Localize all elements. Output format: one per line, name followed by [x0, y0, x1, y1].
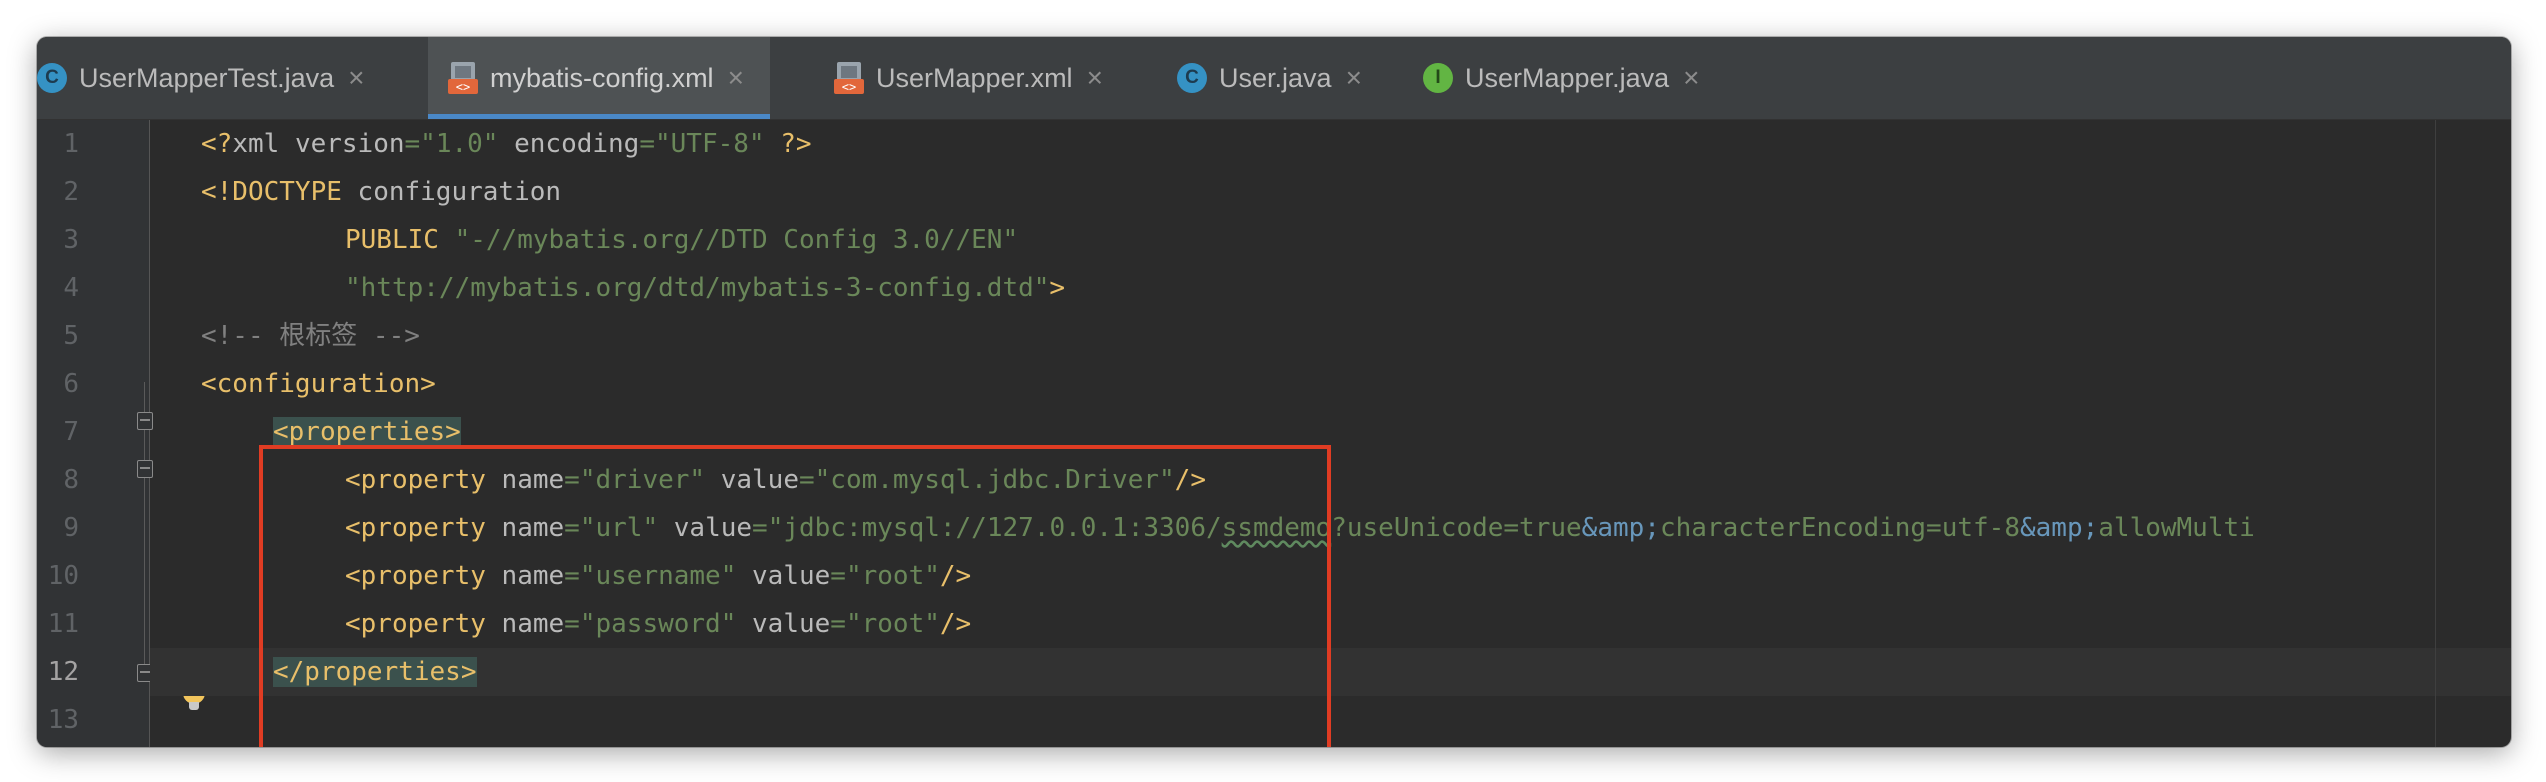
svg-text:<>: <> — [456, 80, 470, 94]
tab-label: mybatis-config.xml — [490, 62, 714, 93]
close-icon[interactable]: × — [348, 62, 364, 94]
tab-mybatis-config-xml[interactable]: <> mybatis-config.xml × — [428, 37, 770, 119]
ide-window: C UserMapperTest.java × <> mybatis-confi… — [37, 37, 2511, 747]
close-icon[interactable]: × — [1087, 62, 1103, 94]
code-text-area[interactable]: <?xml version="1.0" encoding="UTF-8" ?> … — [150, 120, 2511, 747]
tab-label: UserMapper.java — [1465, 62, 1670, 93]
svg-text:<>: <> — [842, 80, 856, 94]
line-number: 7 — [63, 417, 79, 447]
tab-user-java[interactable]: C User.java × — [1177, 37, 1362, 119]
line-number: 11 — [47, 609, 79, 639]
line-number: 2 — [63, 177, 79, 207]
tab-label: User.java — [1219, 62, 1332, 93]
tab-usermapper-java[interactable]: I UserMapper.java × — [1423, 37, 1699, 119]
line-number: 13 — [47, 705, 79, 735]
current-line-number: 12 — [47, 657, 79, 687]
tab-label: UserMapper.xml — [876, 62, 1073, 93]
line-number-gutter: 1 2 3 4 5 6 7 8 9 10 11 12 13 — [37, 120, 205, 747]
code-line: <?xml version="1.0" encoding="UTF-8" ?> — [201, 129, 812, 159]
code-line: <configuration> — [201, 369, 436, 399]
line-number: 3 — [63, 225, 79, 255]
code-line: <property name="password" value="root"/> — [345, 609, 972, 639]
code-line: <property name="url" value="jdbc:mysql:/… — [345, 513, 2255, 543]
right-margin-guide — [2435, 120, 2436, 747]
code-line: <!DOCTYPE configuration — [201, 177, 562, 207]
java-class-icon: C — [1177, 63, 1207, 93]
xml-file-icon: <> — [448, 61, 478, 95]
tab-label: UserMapperTest.java — [79, 62, 335, 93]
code-line: <property name="username" value="root"/> — [345, 561, 972, 591]
tab-usermappertest-java[interactable]: C UserMapperTest.java × — [37, 37, 364, 119]
line-number: 10 — [47, 561, 79, 591]
line-number: 4 — [63, 273, 79, 303]
code-line: </properties> — [273, 657, 477, 687]
line-number: 8 — [63, 465, 79, 495]
java-class-test-icon: C — [37, 63, 67, 93]
code-comment-line: <!-- 根标签 --> — [201, 321, 420, 351]
java-interface-icon: I — [1423, 63, 1453, 93]
current-line-highlight — [150, 648, 2511, 696]
line-number: 1 — [63, 129, 79, 159]
editor-tab-bar: C UserMapperTest.java × <> mybatis-confi… — [37, 37, 2511, 120]
xml-file-icon: <> — [834, 61, 864, 95]
code-line: <property name="driver" value="com.mysql… — [345, 465, 1206, 495]
line-number: 6 — [63, 369, 79, 399]
close-icon[interactable]: × — [728, 62, 744, 94]
code-editor[interactable]: 1 2 3 4 5 6 7 8 9 10 11 12 13 <?xml vers… — [37, 120, 2511, 747]
close-icon[interactable]: × — [1683, 62, 1699, 94]
code-line: "http://mybatis.org/dtd/mybatis-3-config… — [345, 273, 1066, 303]
line-number: 9 — [63, 513, 79, 543]
tab-usermapper-xml[interactable]: <> UserMapper.xml × — [834, 37, 1103, 119]
line-number: 5 — [63, 321, 79, 351]
close-icon[interactable]: × — [1346, 62, 1362, 94]
code-line: <properties> — [273, 417, 461, 447]
code-line: PUBLIC "-//mybatis.org//DTD Config 3.0//… — [345, 225, 1019, 255]
